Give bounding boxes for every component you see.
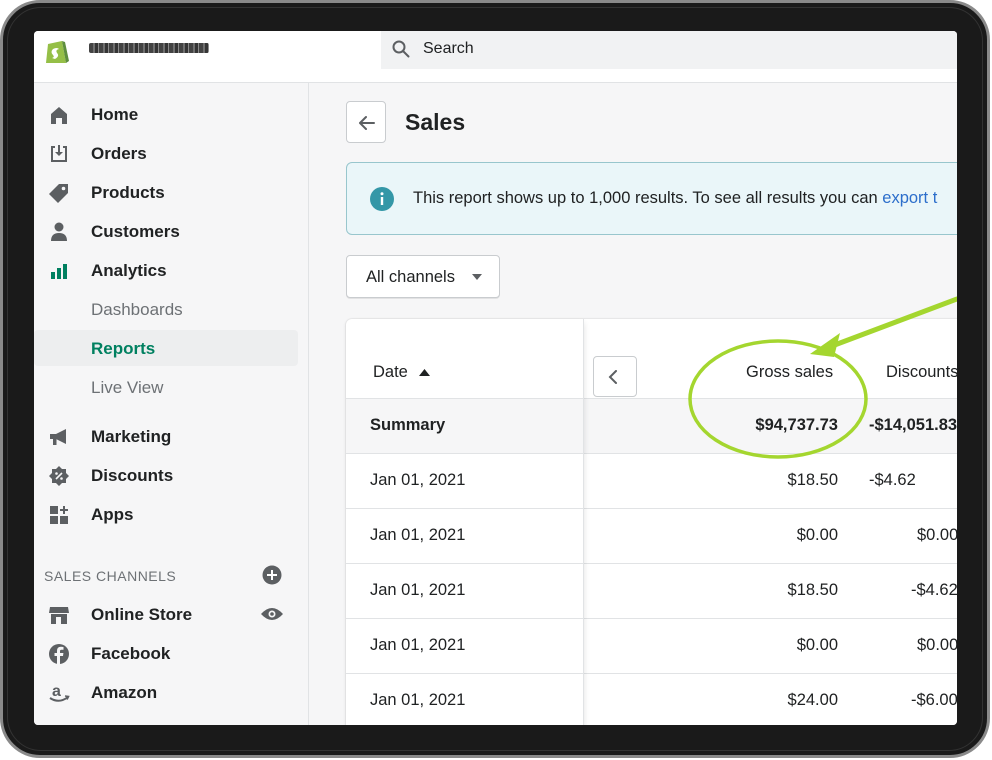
cell-discounts: $0.00: [917, 636, 957, 654]
summary-gross: $94,737.73: [755, 416, 838, 434]
search-icon: [392, 40, 410, 58]
channel-select[interactable]: All channels: [346, 255, 500, 298]
amazon-icon: a: [49, 683, 70, 702]
main-content: Sales This report shows up to 1,000 resu…: [310, 83, 957, 725]
add-channel-plus-icon[interactable]: [262, 565, 282, 585]
bar-chart-icon: [51, 264, 67, 279]
info-icon: [370, 187, 394, 211]
nav-label: Online Store: [91, 605, 193, 624]
nav-home[interactable]: Home: [34, 96, 298, 132]
channel-select-value: All channels: [366, 268, 455, 286]
column-header-discounts[interactable]: Discounts: [886, 363, 957, 382]
discount-icon: [49, 466, 69, 486]
nav-label: Orders: [91, 144, 147, 163]
frozen-date-column-divider: [346, 319, 584, 725]
sales-channels-heading: SALES CHANNELS: [44, 568, 177, 584]
chevron-left-icon: [608, 370, 617, 384]
nav-amazon[interactable]: a Amazon: [34, 674, 298, 710]
nav-label: Discounts: [91, 466, 174, 485]
nav-customers[interactable]: Customers: [34, 213, 298, 249]
app-screen: Search Home Orders Products Customers An…: [34, 31, 957, 725]
svg-text:a: a: [52, 683, 61, 700]
arrow-left-icon: [359, 116, 375, 130]
store-icon: [49, 607, 69, 624]
page-title: Sales: [405, 109, 466, 135]
cell-gross: $18.50: [787, 471, 838, 489]
nav-label: Products: [91, 183, 165, 202]
nav-label: Amazon: [91, 683, 158, 702]
cell-gross: $0.00: [796, 526, 838, 544]
info-banner: This report shows up to 1,000 results. T…: [346, 162, 957, 235]
banner-text: This report shows up to 1,000 results. T…: [413, 189, 937, 208]
view-store-eye-icon[interactable]: [260, 606, 284, 622]
nav-orders[interactable]: Orders: [34, 135, 298, 171]
nav-label: Customers: [91, 222, 180, 241]
nav-dashboards[interactable]: Dashboards: [34, 291, 298, 327]
nav-label: Reports: [91, 339, 156, 358]
nav-label: Live View: [91, 378, 164, 397]
nav-label: Apps: [91, 505, 134, 524]
cell-gross: $0.00: [796, 636, 838, 654]
store-name-redacted: [89, 43, 209, 53]
orders-icon: [51, 145, 67, 162]
top-bar: Search: [34, 31, 957, 83]
nav-marketing[interactable]: Marketing: [34, 418, 298, 454]
person-icon: [51, 222, 67, 241]
nav-analytics[interactable]: Analytics: [34, 252, 298, 288]
scroll-columns-left-button[interactable]: [593, 356, 637, 397]
cell-gross: $24.00: [787, 691, 838, 709]
nav-label: Analytics: [91, 261, 167, 280]
search-bar[interactable]: Search: [381, 31, 957, 69]
cell-discounts: -$6.00: [911, 691, 957, 709]
nav-discounts[interactable]: Discounts: [34, 457, 298, 493]
summary-discounts: -$14,051.83: [869, 416, 957, 434]
nav-label: Marketing: [91, 427, 172, 446]
banner-message: This report shows up to 1,000 results. T…: [413, 189, 883, 207]
apps-icon: [50, 506, 68, 524]
nav-label: Home: [91, 105, 139, 124]
nav-online-store[interactable]: Online Store: [34, 596, 298, 632]
home-icon: [51, 107, 67, 124]
caret-down-icon: [472, 274, 482, 280]
export-link[interactable]: export t: [882, 189, 937, 207]
nav-label: Facebook: [91, 644, 171, 663]
shopify-logo-icon[interactable]: [42, 36, 72, 66]
nav-reports[interactable]: Reports: [34, 330, 298, 366]
megaphone-icon: [50, 429, 66, 445]
cell-gross: $18.50: [787, 581, 838, 599]
sidebar: Home Orders Products Customers Analytics…: [34, 83, 309, 725]
facebook-icon: [49, 644, 69, 664]
nav-facebook[interactable]: Facebook: [34, 635, 298, 671]
nav-apps[interactable]: Apps: [34, 496, 298, 532]
report-table: Date Gross sales Discounts Summary $94,7…: [346, 319, 957, 725]
nav-live-view[interactable]: Live View: [34, 369, 298, 405]
nav-label: Dashboards: [91, 300, 183, 319]
search-placeholder: Search: [423, 40, 474, 57]
tag-icon: [49, 184, 68, 203]
cell-discounts: -$4.62: [869, 471, 916, 489]
column-header-gross-sales[interactable]: Gross sales: [746, 363, 833, 382]
cell-discounts: -$4.62: [911, 581, 957, 599]
cell-discounts: $0.00: [917, 526, 957, 544]
back-button[interactable]: [346, 101, 386, 143]
nav-products[interactable]: Products: [34, 174, 298, 210]
